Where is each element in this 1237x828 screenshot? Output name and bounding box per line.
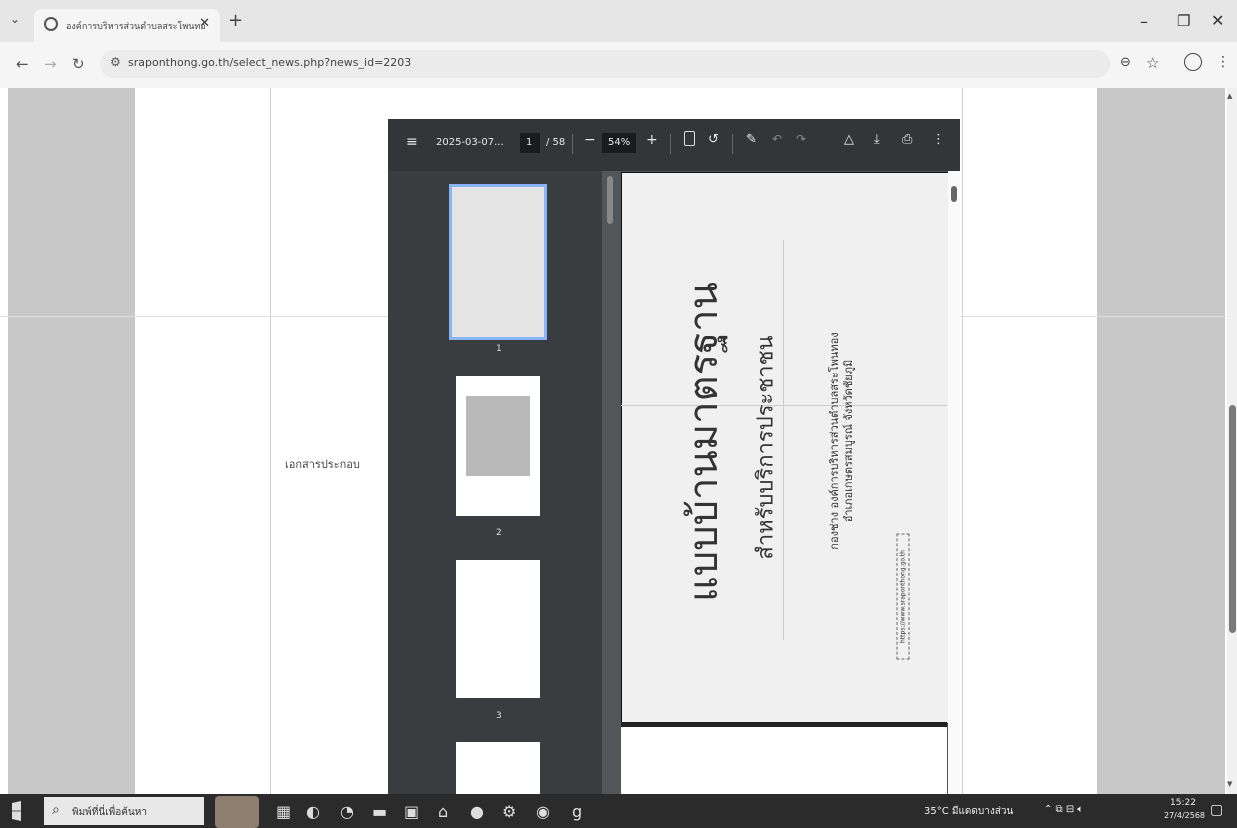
right-background-panel [1097,88,1225,794]
restore-icon[interactable]: ❐ [1177,12,1190,30]
minimize-icon[interactable]: – [1140,12,1148,31]
zoom-in-icon[interactable]: + [646,132,658,148]
edge-icon[interactable]: ◔ [340,802,354,821]
page-scrollbar-thumb[interactable] [1229,405,1236,633]
pdf-scrollbar[interactable] [948,171,960,794]
scroll-down-arrow-icon[interactable]: ▼ [1227,780,1232,788]
file-explorer-icon[interactable]: ▬ [372,802,387,821]
download-icon[interactable]: ⤓ [874,132,880,147]
chat-app-icon[interactable]: ● [470,802,484,821]
thumbnail-label: 3 [496,711,502,721]
toolbar-divider [732,134,733,154]
thumbnail-scrollbar-thumb[interactable] [607,176,613,224]
attachment-label: เอกสารประกอบ [285,458,360,471]
fit-page-icon[interactable] [684,131,695,146]
notification-icon[interactable]: ▢ [1210,802,1223,818]
toolbar-divider [670,134,671,154]
store-icon[interactable]: ⌂ [438,802,448,821]
settings-app-icon[interactable]: ⚙ [502,802,516,821]
url-text[interactable]: sraponthong.go.th/select_news.php?news_i… [128,56,411,69]
page-heading: แบบบ้านมาตรฐาน [681,282,727,602]
page-current[interactable]: 1 [526,137,532,148]
thumbnail-image [466,396,530,476]
left-background-panel [8,88,135,794]
new-tab-button[interactable]: + [228,10,243,31]
password-key-icon[interactable]: ⊖ [1120,55,1131,70]
rotate-icon[interactable]: ↺ [708,132,719,147]
page-url-box: https://www.sraponthong.go.th [896,533,910,660]
save-to-drive-icon[interactable]: △ [844,132,854,147]
pdf-toolbar: ≡ 2025-03-07... 1 / 58 − 54% + ↺ ✎ ↶ ↷ △… [388,119,960,171]
page-thumbnail[interactable] [456,376,540,516]
table-border [962,88,963,794]
app-g-icon[interactable]: g [572,802,582,821]
pdf-page [621,727,947,794]
search-highlight-image[interactable] [215,796,259,828]
page-fold-line [783,240,784,640]
system-tray-icons[interactable]: ⌃ ⧉ ⊟ 🔈︎ [1044,804,1083,815]
tab-title: องค์การบริหารส่วนตำบลสระโพนทอง [66,22,206,32]
pdf-scrollbar-thumb[interactable] [951,186,957,202]
page-total: / 58 [546,137,566,148]
forward-arrow-icon[interactable]: → [44,55,57,73]
tab-close-icon[interactable]: ✕ [199,16,210,31]
taskbar-search-placeholder[interactable]: พิมพ์ที่นี่เพื่อค้นหา [72,805,147,820]
widgets-icon[interactable]: ◐ [306,802,320,821]
clock-time[interactable]: 15:22 [1170,798,1196,808]
scroll-up-arrow-icon[interactable]: ▲ [1227,92,1232,100]
clock-date[interactable]: 27/4/2568 [1164,811,1205,820]
thumbnail-label: 1 [496,344,502,354]
window-close-icon[interactable]: ✕ [1211,11,1224,30]
calendar-app-icon[interactable]: ▣ [404,802,419,821]
table-border [270,88,271,794]
profile-avatar-icon[interactable] [1184,53,1202,71]
more-actions-icon[interactable]: ⋮ [932,132,945,147]
page-subheading: สำหรับบริการประชาชน [753,335,779,560]
page-fold-line [621,405,947,406]
tab-search-chevron-icon[interactable]: ⌄ [10,12,20,26]
reload-icon[interactable]: ↻ [72,55,85,73]
page-location-line: อำเภอเกษตรสมบูรณ์ จังหวัดชัยภูมิ [842,359,855,523]
annotate-pen-icon[interactable]: ✎ [746,132,757,147]
search-icon: ⌕ [52,802,60,818]
page-thumbnail[interactable] [449,184,547,340]
thumbnail-label: 2 [496,528,502,538]
task-view-icon[interactable]: ▦ [276,802,291,821]
page-thumbnail[interactable] [456,560,540,698]
browser-menu-icon[interactable]: ⋮ [1216,54,1230,70]
browser-tab[interactable]: องค์การบริหารส่วนตำบลสระโพนทอง ✕ [34,9,220,42]
globe-icon [44,17,58,31]
chrome-icon[interactable]: ◉ [536,802,550,821]
bookmark-star-icon[interactable]: ☆ [1146,54,1159,72]
print-icon[interactable]: ⎙ [902,132,912,147]
page-thumbnail[interactable] [456,742,540,794]
site-info-icon[interactable]: ⚙ [110,55,121,69]
zoom-out-icon[interactable]: − [584,132,596,148]
redo-icon[interactable]: ↷ [796,132,806,146]
hamburger-menu-icon[interactable]: ≡ [406,134,418,150]
zoom-level[interactable]: 54% [608,137,630,148]
toolbar-divider [572,134,573,154]
weather-widget[interactable]: 35°C มีแดดบางส่วน [924,804,1013,819]
undo-icon[interactable]: ↶ [772,132,782,146]
back-arrow-icon[interactable]: ← [16,55,29,73]
pdf-title: 2025-03-07... [436,137,504,148]
